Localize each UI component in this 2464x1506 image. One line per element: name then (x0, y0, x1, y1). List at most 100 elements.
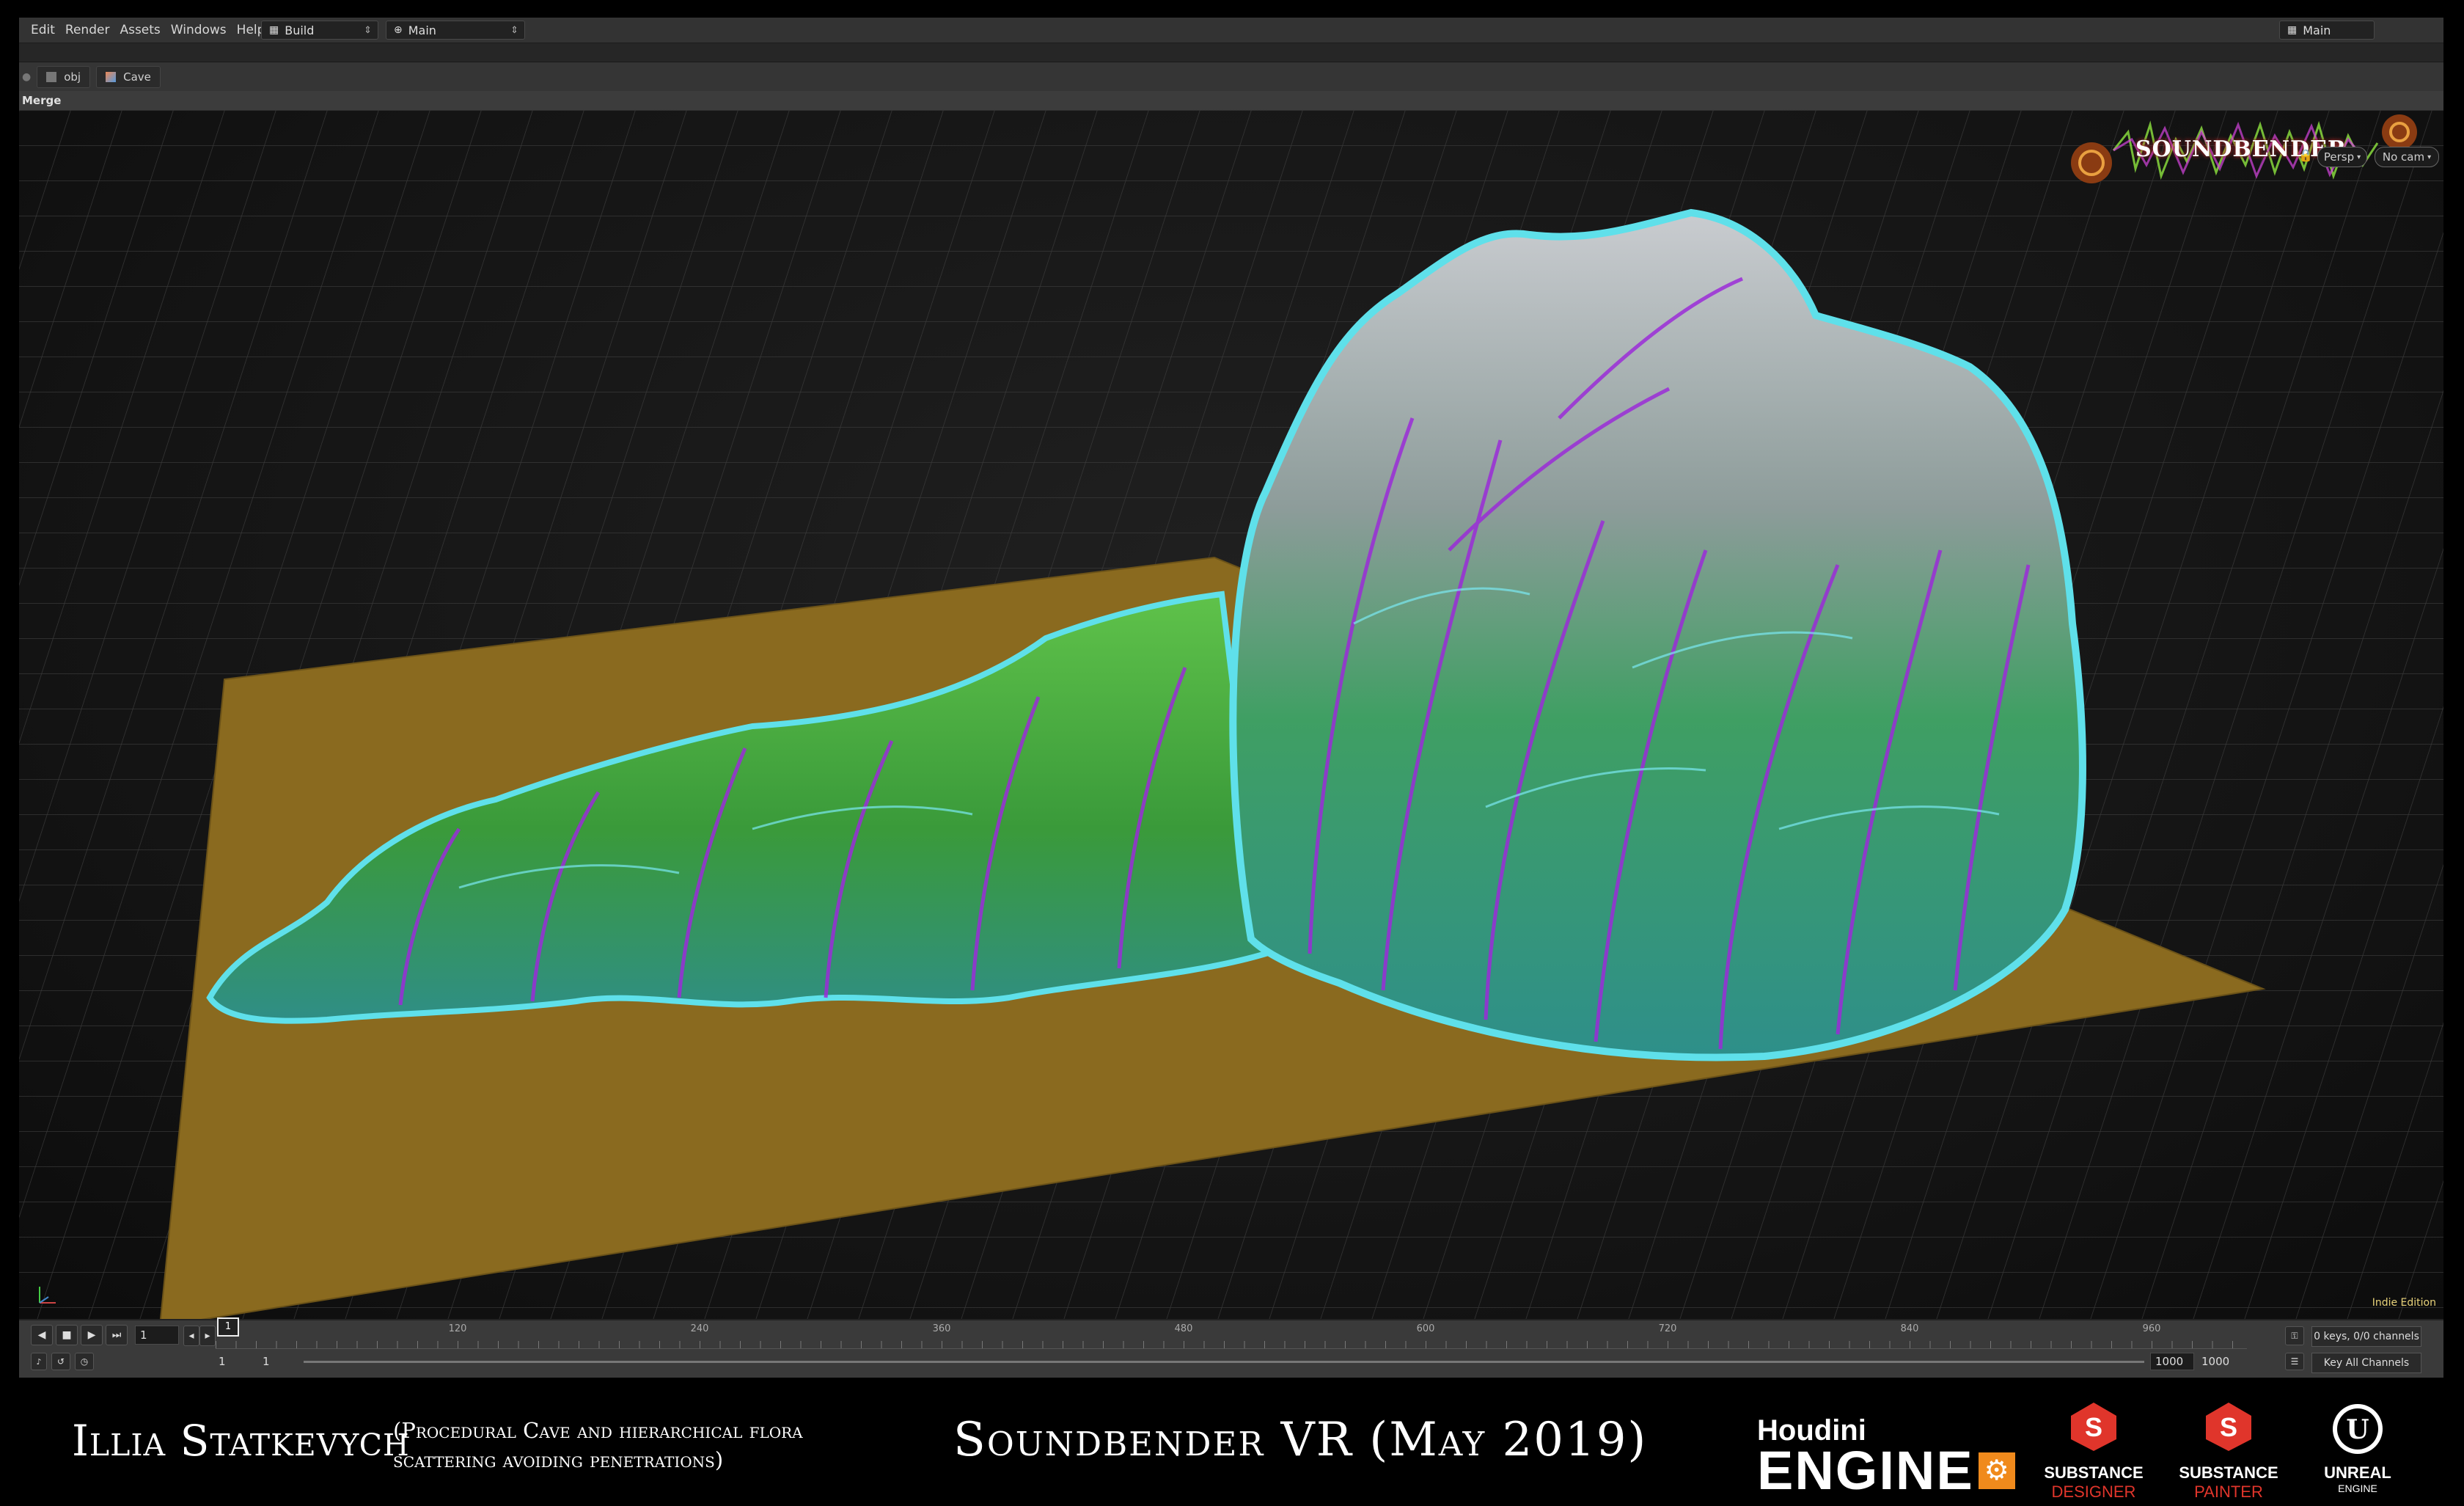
houdini-engine-logo: Houdini ENGINE ⚙ (1757, 1414, 2015, 1501)
playbar: ◀ ■ ▶ ⏭ 1 ◂ ▸ 1 120 240 360 480 600 720 … (19, 1317, 2443, 1378)
substance-designer-icon: S (2071, 1403, 2116, 1451)
realtime-button[interactable]: ↺ (51, 1353, 70, 1370)
timeline-ruler[interactable]: 1 120 240 360 480 600 720 840 960 (216, 1317, 2247, 1349)
layout-value: Main (408, 23, 436, 37)
scene-render (19, 110, 2443, 1319)
soundbender-logo-text: SOUNDBENDER (2135, 136, 2347, 162)
chevron-down-icon: ▾ (2427, 153, 2432, 161)
menu-render[interactable]: Render (65, 23, 110, 37)
menu-edit[interactable]: Edit (31, 23, 55, 37)
scene-viewport[interactable]: SOUNDBENDER 🔒 Persp ▾ No cam ▾ Indie Edi… (19, 110, 2443, 1319)
substance-painter-logo: S SUBSTANCE PAINTER (2166, 1401, 2291, 1502)
grid-icon: ▦ (2287, 24, 2298, 36)
unreal-engine-logo: U UNREAL ENGINE (2295, 1401, 2420, 1494)
ruler-ticks (216, 1341, 2247, 1348)
chevron-updown-icon: ⇕ (510, 24, 518, 36)
pin-icon[interactable]: ● (22, 71, 31, 83)
audio-button[interactable]: ♪ (31, 1353, 47, 1370)
lock-icon[interactable]: 🔒 (2298, 148, 2313, 162)
stop-button[interactable]: ■ (56, 1325, 78, 1345)
desktop-value: Build (285, 23, 315, 37)
persp-label: Persp (2323, 150, 2355, 164)
global-anim-button[interactable]: ◷ (75, 1353, 94, 1370)
frame-step-button[interactable]: ◂ (183, 1326, 199, 1346)
end-frame-field[interactable]: 1000 (2197, 1353, 2241, 1370)
chevron-left-icon: ◂ (188, 1330, 194, 1342)
jump-end-button[interactable]: ⏭ (106, 1325, 128, 1345)
unreal-logo-bottom: ENGINE (2338, 1483, 2377, 1494)
target-icon: ⊕ (394, 24, 403, 36)
frame-marker[interactable]: 1 (217, 1317, 239, 1337)
houdini-window: Edit Render Assets Windows Help ▦ Build … (19, 18, 2443, 1378)
path-item-label: Cave (123, 70, 151, 84)
author-name: Illia Statkevych (72, 1416, 410, 1466)
folder-icon (46, 72, 57, 82)
frame-step-forward-button[interactable]: ▸ (199, 1326, 216, 1346)
grid-icon: ▦ (269, 24, 279, 36)
loop-icon: ↺ (56, 1356, 65, 1367)
tick-label: 120 (448, 1323, 467, 1334)
tick-label: 480 (1174, 1323, 1193, 1334)
no-cam-label: No cam (2382, 150, 2425, 164)
axis-gizmo-icon (39, 1287, 56, 1304)
jump-end-icon: ⏭ (111, 1329, 122, 1341)
path-item-label: obj (64, 70, 81, 84)
chevron-updown-icon: ⇕ (364, 24, 372, 36)
right-desktop-value: Main (2303, 23, 2331, 37)
list-icon: ☰ (2290, 1356, 2299, 1367)
svg-text:U: U (2346, 1414, 2369, 1445)
menu-bar: Edit Render Assets Windows Help ▦ Build … (19, 18, 2443, 43)
painter-logo-bottom: PAINTER (2194, 1483, 2263, 1501)
unreal-icon: U (2333, 1404, 2383, 1454)
stop-icon: ■ (62, 1329, 72, 1341)
menu-assets[interactable]: Assets (120, 23, 160, 37)
desktop-select[interactable]: ▦ Build ⇕ (261, 21, 378, 40)
painter-logo-top: SUBSTANCE (2179, 1463, 2278, 1482)
project-title: Soundbender VR (May 2019) (953, 1413, 1648, 1467)
play-icon: ▶ (87, 1329, 96, 1341)
substance-painter-icon: S (2206, 1403, 2251, 1451)
tick-label: 360 (932, 1323, 951, 1334)
range-start-field[interactable]: 1 (258, 1353, 296, 1370)
range-slider[interactable] (304, 1361, 2144, 1363)
key-icon: ⚿ (2291, 1330, 2298, 1341)
geometry-icon (106, 72, 117, 82)
svg-text:S: S (2085, 1412, 2102, 1442)
keys-channels-button[interactable]: 0 keys, 0/0 channels (2311, 1326, 2421, 1347)
substance-designer-logo: S SUBSTANCE DESIGNER (2031, 1401, 2156, 1502)
step-back-button[interactable]: ◀ (31, 1325, 53, 1345)
houdini-logo-bottom: ENGINE (1757, 1440, 1974, 1501)
path-bar: ● obj Cave (19, 62, 2443, 92)
step-back-icon: ◀ (37, 1329, 46, 1341)
current-frame-field[interactable]: 1 (135, 1326, 179, 1345)
soundbender-logo: SOUNDBENDER (2062, 110, 2429, 191)
speaker-icon: ♪ (36, 1356, 42, 1367)
chevron-right-icon: ▸ (205, 1330, 210, 1342)
play-button[interactable]: ▶ (81, 1325, 103, 1345)
indie-edition-watermark: Indie Edition (2372, 1297, 2436, 1309)
menu-windows[interactable]: Windows (171, 23, 227, 37)
key-button[interactable]: ⚿ (2285, 1326, 2304, 1345)
path-item-cave[interactable]: Cave (96, 66, 161, 88)
tick-label: 840 (1900, 1323, 1919, 1334)
tick-label: 720 (1658, 1323, 1677, 1334)
right-desktop-select[interactable]: ▦ Main (2279, 21, 2375, 40)
tick-label: 600 (1416, 1323, 1435, 1334)
project-description: (Procedural Cave and hierarchical flora … (393, 1418, 803, 1472)
operator-label: Merge (19, 91, 2443, 110)
range-end-field[interactable]: 1000 (2150, 1353, 2194, 1370)
chevron-down-icon: ▾ (2357, 153, 2361, 161)
persp-camera-button[interactable]: Persp ▾ (2317, 147, 2367, 167)
layout-select[interactable]: ⊕ Main ⇕ (386, 21, 525, 40)
start-frame-field[interactable]: 1 (214, 1353, 252, 1370)
designer-logo-bottom: DESIGNER (2051, 1483, 2136, 1501)
unreal-logo-top: UNREAL (2324, 1463, 2391, 1482)
path-item-obj[interactable]: obj (37, 66, 91, 88)
gear-icon: ⚙ (1978, 1452, 2015, 1489)
svg-text:S: S (2220, 1412, 2237, 1442)
clock-icon: ◷ (80, 1356, 89, 1367)
no-cam-button[interactable]: No cam ▾ (2375, 147, 2439, 167)
key-all-channels-button[interactable]: Key All Channels (2311, 1353, 2421, 1373)
channel-list-button[interactable]: ☰ (2285, 1353, 2304, 1370)
designer-logo-top: SUBSTANCE (2044, 1463, 2144, 1482)
